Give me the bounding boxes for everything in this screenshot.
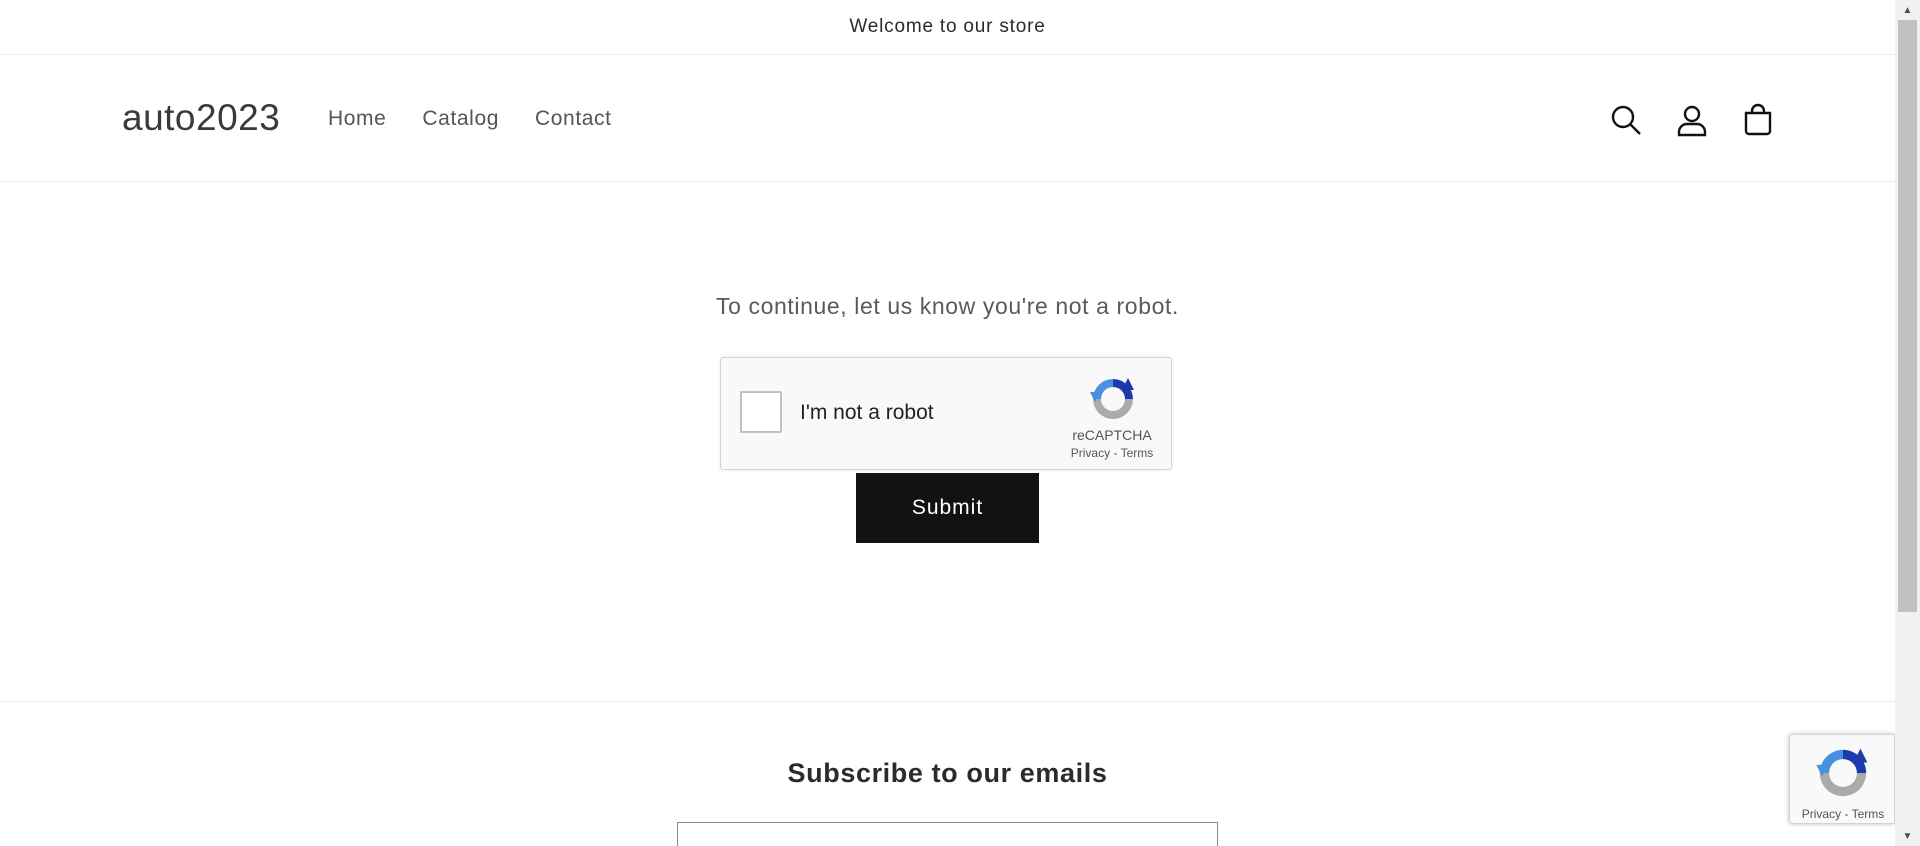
badge-privacy-link[interactable]: Privacy <box>1802 807 1841 821</box>
recaptcha-widget: I'm not a robot reCAPTCHA Privacy - Term… <box>720 357 1172 470</box>
challenge-section: To continue, let us know you're not a ro… <box>0 183 1895 702</box>
recaptcha-terms-link[interactable]: Terms <box>1121 446 1154 460</box>
recaptcha-logo-icon <box>1090 378 1134 419</box>
cart-button[interactable] <box>1736 98 1780 142</box>
search-icon <box>1611 105 1641 135</box>
nav-contact[interactable]: Contact <box>535 107 612 131</box>
scroll-down-arrow-icon[interactable]: ▼ <box>1895 826 1920 846</box>
scroll-up-arrow-icon[interactable]: ▲ <box>1895 0 1920 20</box>
subscribe-title: Subscribe to our emails <box>787 758 1108 788</box>
search-button[interactable] <box>1604 98 1648 142</box>
recaptcha-badge-logo-icon <box>1816 748 1868 797</box>
header-icons <box>1604 98 1802 142</box>
announcement-text: Welcome to our store <box>849 16 1046 37</box>
submit-button[interactable]: Submit <box>856 473 1039 543</box>
recaptcha-link-separator: - <box>1110 446 1121 460</box>
badge-link-separator: - <box>1841 807 1852 821</box>
email-subscribe-input[interactable] <box>677 822 1218 846</box>
badge-links: Privacy - Terms <box>1790 807 1895 821</box>
scroll-thumb[interactable] <box>1898 20 1917 612</box>
account-button[interactable] <box>1670 98 1714 142</box>
badge-terms-link[interactable]: Terms <box>1852 807 1885 821</box>
recaptcha-badge[interactable]: Privacy - Terms <box>1789 734 1895 824</box>
site-header: auto2023 Home Catalog Contact <box>0 55 1895 182</box>
announcement-bar: Welcome to our store <box>0 0 1895 55</box>
recaptcha-brand: reCAPTCHA <box>1072 427 1152 443</box>
challenge-prompt: To continue, let us know you're not a ro… <box>716 293 1179 319</box>
recaptcha-checkbox[interactable] <box>740 391 782 433</box>
page: Welcome to our store auto2023 Home Catal… <box>0 0 1895 846</box>
recaptcha-privacy-link[interactable]: Privacy <box>1071 446 1110 460</box>
recaptcha-label: I'm not a robot <box>800 401 934 424</box>
nav-home[interactable]: Home <box>328 107 386 131</box>
nav-catalog[interactable]: Catalog <box>422 107 499 131</box>
account-icon <box>1677 105 1707 137</box>
recaptcha-links: Privacy - Terms <box>1057 446 1167 460</box>
main-nav: Home Catalog Contact <box>328 107 648 131</box>
vertical-scrollbar[interactable]: ▲ ▼ <box>1895 0 1920 846</box>
store-logo[interactable]: auto2023 <box>122 97 280 139</box>
cart-icon <box>1744 103 1772 136</box>
